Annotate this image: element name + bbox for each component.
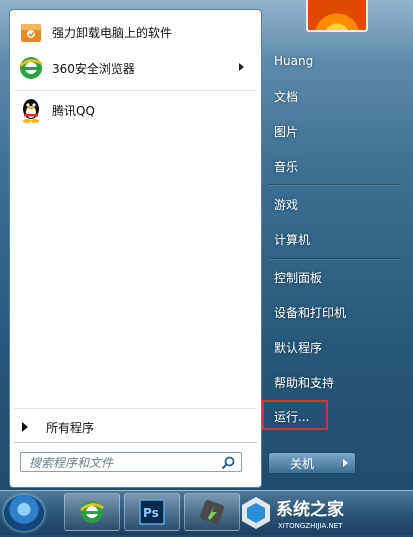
taskbar-360-browser[interactable] <box>64 493 120 531</box>
divider <box>268 258 400 259</box>
program-list-panel: 强力卸载电脑上的软件 360安全浏览器 腾讯QQ 所有程序 <box>9 9 262 488</box>
right-item-label: 帮助和支持 <box>274 375 335 390</box>
right-item-computer[interactable]: 计算机 <box>266 225 398 253</box>
qq-penguin-icon <box>16 95 46 125</box>
360-browser-icon <box>16 53 46 83</box>
program-item-360-browser[interactable]: 360安全浏览器 <box>16 50 254 86</box>
right-item-games[interactable]: 游戏 <box>266 190 398 218</box>
right-item-pictures[interactable]: 图片 <box>266 117 398 145</box>
right-item-control-panel[interactable]: 控制面板 <box>266 263 398 291</box>
search-input[interactable]: 搜索程序和文件 <box>20 452 242 472</box>
divider <box>268 184 400 185</box>
svg-text:Ps: Ps <box>143 506 159 520</box>
program-label: 360安全浏览器 <box>52 61 135 76</box>
chevron-right-icon <box>342 459 348 467</box>
run-highlight-box <box>262 400 328 430</box>
program-label: 强力卸载电脑上的软件 <box>52 25 173 40</box>
watermark-logo: 系统之家 XITONGZHIJIA.NET <box>236 491 413 533</box>
photoshop-icon: Ps <box>139 499 165 525</box>
right-item-music[interactable]: 音乐 <box>266 152 398 180</box>
right-item-devices-printers[interactable]: 设备和打印机 <box>266 298 398 326</box>
right-item-label: 默认程序 <box>274 340 323 355</box>
right-item-label: 音乐 <box>274 159 299 174</box>
divider <box>14 90 257 91</box>
right-item-user[interactable]: Huang <box>266 47 398 75</box>
360-browser-icon <box>80 501 104 523</box>
shutdown-label: 关机 <box>289 456 314 471</box>
watermark-text: 系统之家 <box>276 499 344 520</box>
right-item-default-programs[interactable]: 默认程序 <box>266 333 398 361</box>
all-programs-label: 所有程序 <box>46 420 95 435</box>
uninstaller-box-icon <box>16 17 46 47</box>
user-avatar[interactable] <box>306 0 368 32</box>
submenu-arrow-icon <box>239 63 244 71</box>
all-programs-button[interactable]: 所有程序 <box>18 416 254 438</box>
divider <box>14 408 257 409</box>
right-item-label: Huang <box>274 54 314 68</box>
right-item-label: 设备和打印机 <box>274 305 347 320</box>
right-item-documents[interactable]: 文档 <box>266 82 398 110</box>
watermark-subtext: XITONGZHIJIA.NET <box>278 522 343 530</box>
shutdown-button[interactable]: 关机 <box>268 452 336 474</box>
search-placeholder: 搜索程序和文件 <box>29 455 114 470</box>
flash-app-icon <box>200 500 224 524</box>
program-label: 腾讯QQ <box>52 103 95 118</box>
right-item-label: 文档 <box>274 89 299 104</box>
program-item-uninstaller[interactable]: 强力卸载电脑上的软件 <box>16 14 254 50</box>
search-icon[interactable] <box>221 456 235 473</box>
program-item-qq[interactable]: 腾讯QQ <box>16 92 254 128</box>
right-item-label: 游戏 <box>274 197 299 212</box>
taskbar-flash[interactable] <box>184 493 240 531</box>
expand-arrow-icon <box>22 422 28 432</box>
right-item-label: 计算机 <box>274 232 311 247</box>
shutdown-options-button[interactable] <box>335 452 356 474</box>
taskbar-photoshop[interactable]: Ps <box>124 493 180 531</box>
divider <box>14 442 257 443</box>
right-item-help-support[interactable]: 帮助和支持 <box>266 368 398 396</box>
start-orb-icon[interactable] <box>4 495 44 531</box>
right-item-label: 控制面板 <box>274 270 323 285</box>
right-item-label: 图片 <box>274 124 299 139</box>
